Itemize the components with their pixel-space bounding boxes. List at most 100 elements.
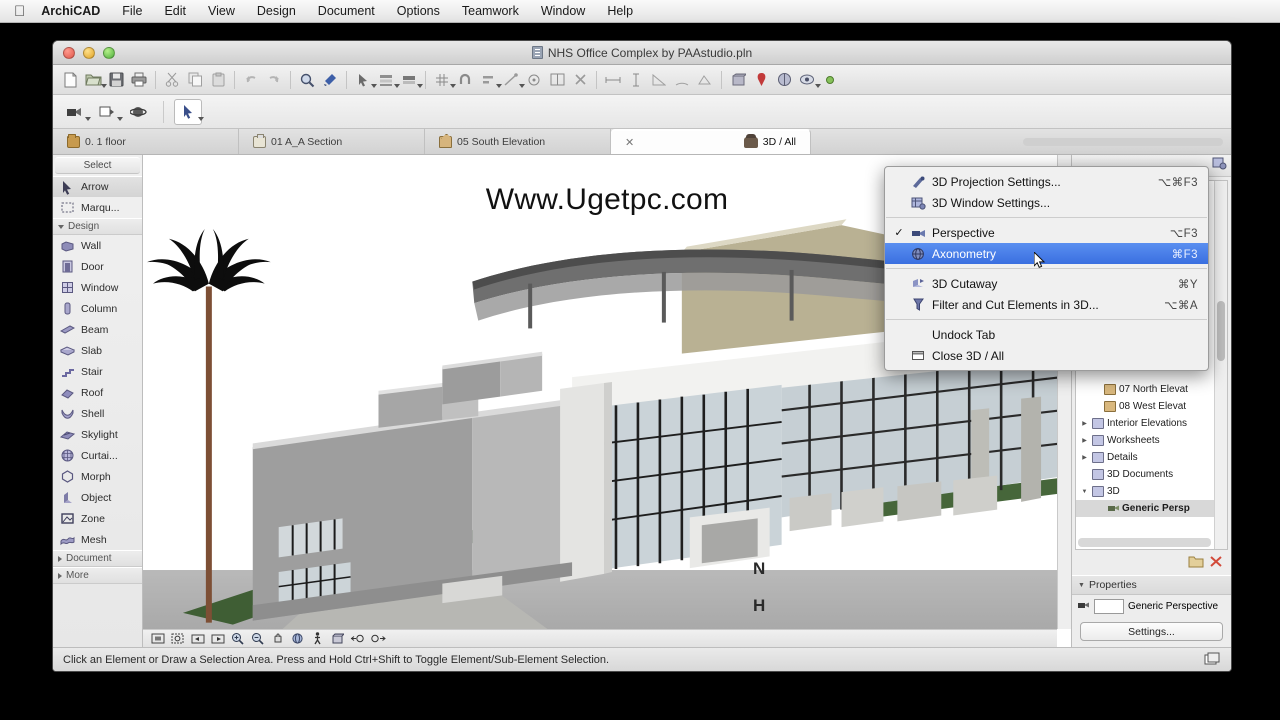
walk-person-icon[interactable] — [309, 632, 326, 646]
tool-zone[interactable]: Zone — [53, 508, 142, 529]
next-zoom-icon[interactable] — [209, 632, 226, 646]
menu-item-3d-projection-settings[interactable]: 3D Projection Settings... ⌥⌘F3 — [885, 171, 1208, 192]
redo-button[interactable] — [263, 69, 285, 91]
menu-item-undock-tab[interactable]: Undock Tab — [885, 324, 1208, 345]
grid-snap-button[interactable] — [431, 69, 456, 91]
view-mode-button[interactable] — [796, 69, 821, 91]
menu-item-3d-cutaway[interactable]: 3D Cutaway ⌘Y — [885, 273, 1208, 294]
copy-button[interactable] — [184, 69, 206, 91]
properties-header[interactable]: ▼ Properties — [1072, 575, 1231, 595]
tree-item-generic-perspective[interactable]: Generic Persp — [1076, 500, 1227, 517]
paste-button[interactable] — [207, 69, 229, 91]
guide-button[interactable] — [500, 69, 525, 91]
tab-3d-all[interactable]: ✕ 3D / All — [611, 129, 811, 154]
tree-item-west-elevation[interactable]: 08 West Elevat — [1076, 398, 1227, 415]
tree-item-details[interactable]: ▶ Details — [1076, 449, 1227, 466]
menu-item-file[interactable]: File — [122, 4, 142, 18]
menu-item-teamwork[interactable]: Teamwork — [462, 4, 519, 18]
tool-wall[interactable]: Wall — [53, 235, 142, 256]
tree-twisty[interactable]: ▼ — [1080, 489, 1089, 495]
zoom-step-out-icon[interactable] — [349, 632, 366, 646]
magnet-button[interactable] — [454, 69, 476, 91]
pen-settings-button[interactable] — [398, 69, 423, 91]
menu-item-view[interactable]: View — [208, 4, 235, 18]
tree-item-3d-documents[interactable]: 3D Documents — [1076, 466, 1227, 483]
sun-settings-button[interactable] — [819, 69, 841, 91]
tool-mesh[interactable]: Mesh — [53, 529, 142, 550]
tool-arrow[interactable]: Arrow — [53, 176, 142, 197]
eyedropper-button[interactable] — [319, 69, 341, 91]
tool-morph[interactable]: Morph — [53, 466, 142, 487]
toolbox-document-header[interactable]: Document — [53, 550, 142, 567]
orbit-button[interactable] — [125, 99, 153, 125]
toolbox-design-header[interactable]: Design — [53, 218, 142, 235]
dimension-v-button[interactable] — [625, 69, 647, 91]
scrollbar-thumb[interactable] — [1217, 301, 1225, 361]
snap-reference-button[interactable] — [523, 69, 545, 91]
tool-window[interactable]: Window — [53, 277, 142, 298]
delete-x-icon[interactable] — [1209, 555, 1223, 573]
tool-skylight[interactable]: Skylight — [53, 424, 142, 445]
tree-twisty[interactable]: ▶ — [1080, 454, 1089, 461]
dimension-h-button[interactable] — [602, 69, 624, 91]
menu-item-help[interactable]: Help — [607, 4, 633, 18]
magnifier-plus-icon[interactable] — [229, 632, 246, 646]
arrow-tool-button[interactable] — [174, 98, 204, 125]
undo-button[interactable] — [240, 69, 262, 91]
toolbox-more-header[interactable]: More — [53, 567, 142, 584]
save-button[interactable] — [105, 69, 127, 91]
tab-a-a-section[interactable]: 01 A_A Section — [239, 129, 425, 154]
tab-south-elevation[interactable]: 05 South Elevation — [425, 129, 611, 154]
orbit-globe-icon[interactable] — [289, 632, 306, 646]
tool-object[interactable]: Object — [53, 487, 142, 508]
menu-item-window[interactable]: Window — [541, 4, 585, 18]
find-select-button[interactable] — [296, 69, 318, 91]
render-button[interactable] — [773, 69, 795, 91]
marker-button[interactable] — [750, 69, 772, 91]
tool-curtain-wall[interactable]: Curtai... — [53, 445, 142, 466]
navigator-options-icon[interactable] — [1211, 156, 1227, 175]
magnifier-minus-icon[interactable] — [249, 632, 266, 646]
cutaway-icon[interactable] — [329, 632, 346, 646]
angle-dim-button[interactable] — [648, 69, 670, 91]
menu-item-3d-window-settings[interactable]: 3D Window Settings... — [885, 192, 1208, 213]
tool-door[interactable]: Door — [53, 256, 142, 277]
zoom-step-in-icon[interactable] — [369, 632, 386, 646]
tab-scroll-track[interactable] — [1023, 137, 1223, 146]
close-icon[interactable]: ✕ — [625, 136, 634, 149]
tree-item-worksheets[interactable]: ▶ Worksheets — [1076, 432, 1227, 449]
menu-item-close-3d-all[interactable]: Close 3D / All — [885, 345, 1208, 366]
cut-button[interactable] — [161, 69, 183, 91]
tool-column[interactable]: Column — [53, 298, 142, 319]
tab-1-floor[interactable]: 0. 1 floor — [53, 129, 239, 154]
close-view-button[interactable] — [569, 69, 591, 91]
tool-marquee[interactable]: Marqu... — [53, 197, 142, 218]
tree-item-interior-elevations[interactable]: ▶ Interior Elevations — [1076, 415, 1227, 432]
3d-cutplane-button[interactable] — [727, 69, 749, 91]
tool-slab[interactable]: Slab — [53, 340, 142, 361]
menu-item-filter-cut-elements[interactable]: Filter and Cut Elements in 3D... ⌥⌘A — [885, 294, 1208, 315]
pan-hand-icon[interactable] — [269, 632, 286, 646]
settings-button[interactable]: Settings... — [1080, 622, 1223, 641]
menu-item-archicad[interactable]: ArchiCAD — [41, 4, 100, 18]
previous-zoom-icon[interactable] — [189, 632, 206, 646]
window-layout-icon[interactable] — [1204, 652, 1221, 668]
layer-settings-button[interactable] — [375, 69, 400, 91]
tool-stair[interactable]: Stair — [53, 361, 142, 382]
tree-vertical-scrollbar[interactable] — [1214, 181, 1227, 549]
apple-logo-icon[interactable]:  — [14, 4, 25, 19]
align-button[interactable] — [477, 69, 502, 91]
tool-shell[interactable]: Shell — [53, 403, 142, 424]
minimize-button[interactable] — [83, 46, 95, 59]
tree-twisty[interactable]: ▶ — [1080, 420, 1089, 427]
menu-item-options[interactable]: Options — [397, 4, 440, 18]
close-button[interactable] — [63, 46, 75, 59]
tool-beam[interactable]: Beam — [53, 319, 142, 340]
tree-twisty[interactable]: ▶ — [1080, 437, 1089, 444]
tool-roof[interactable]: Roof — [53, 382, 142, 403]
print-button[interactable] — [128, 69, 150, 91]
zoom-button[interactable] — [103, 46, 115, 59]
tree-horizontal-scrollbar[interactable] — [1078, 538, 1211, 547]
view-window-button[interactable] — [93, 99, 123, 125]
open-document-button[interactable] — [82, 69, 107, 91]
